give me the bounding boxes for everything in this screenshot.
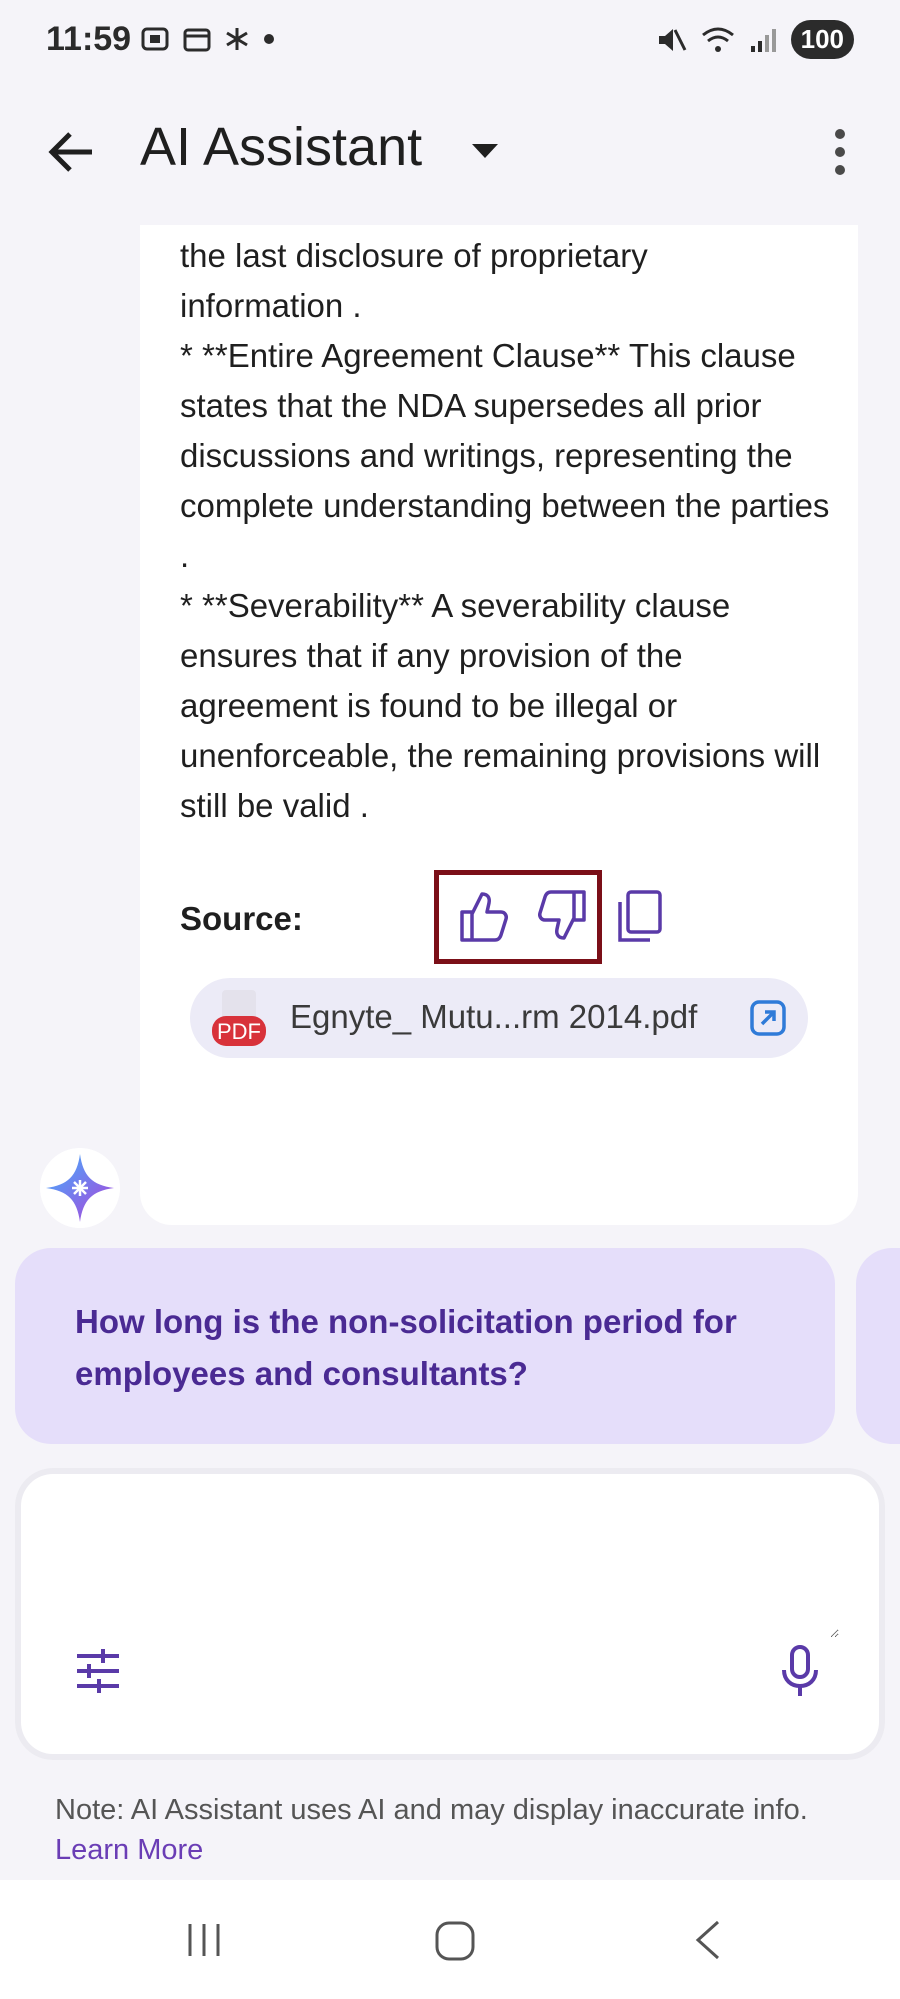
chat-input[interactable] xyxy=(35,1484,839,1638)
suggested-question-chip-next[interactable] xyxy=(856,1248,900,1444)
open-external-icon[interactable] xyxy=(748,998,788,1038)
disclaimer-text: Note: AI Assistant uses AI and may displ… xyxy=(55,1794,808,1826)
assistant-answer-card: the last disclosure of proprietary infor… xyxy=(140,225,858,1225)
learn-more-link[interactable]: Learn More xyxy=(55,1834,203,1866)
thumbs-up-icon[interactable] xyxy=(456,886,512,946)
caret-down-icon[interactable] xyxy=(470,136,500,166)
calendar-icon xyxy=(183,28,211,52)
copy-icon[interactable] xyxy=(612,886,668,946)
signal-icon xyxy=(750,28,776,52)
suggested-question-chip[interactable]: How long is the non-solicitation period … xyxy=(15,1248,835,1444)
tune-icon[interactable] xyxy=(73,1646,123,1696)
nav-back-icon[interactable] xyxy=(690,1918,726,1962)
page-title: AI Assistant xyxy=(140,117,423,177)
mute-icon xyxy=(658,28,686,51)
asterisk-icon xyxy=(226,28,248,50)
source-label: Source: xyxy=(180,900,303,937)
system-navigation-bar xyxy=(0,1880,900,1999)
microphone-icon[interactable] xyxy=(775,1644,825,1698)
pdf-badge-text: PDF xyxy=(217,1019,261,1044)
battery-indicator: 100 xyxy=(790,20,854,59)
home-icon[interactable] xyxy=(434,1920,476,1962)
chat-input-container xyxy=(15,1468,885,1760)
assistant-sparkle-icon xyxy=(40,1148,120,1228)
pdf-file-icon: PDF xyxy=(212,990,266,1046)
status-bar: 11:59 100 xyxy=(0,0,900,84)
dot-icon xyxy=(264,34,274,44)
app-bar: AI Assistant xyxy=(0,96,900,206)
status-time: 11:59 xyxy=(46,20,132,58)
source-file-name: Egnyte_ Mutu...rm 2014.pdf xyxy=(290,998,698,1035)
source-file-chip[interactable]: PDF Egnyte_ Mutu...rm 2014.pdf xyxy=(190,978,808,1058)
thumbs-down-icon[interactable] xyxy=(534,886,590,946)
recents-icon[interactable] xyxy=(184,1920,224,1960)
suggested-question-text: How long is the non-solicitation period … xyxy=(75,1303,737,1392)
wifi-icon xyxy=(701,27,734,52)
more-vert-icon[interactable] xyxy=(810,122,870,182)
disclaimer-note: Note: AI Assistant uses AI and may displ… xyxy=(55,1790,855,1870)
answer-text: the last disclosure of proprietary infor… xyxy=(180,237,830,824)
screenshot-icon xyxy=(141,27,169,51)
back-arrow-icon[interactable] xyxy=(42,122,102,182)
